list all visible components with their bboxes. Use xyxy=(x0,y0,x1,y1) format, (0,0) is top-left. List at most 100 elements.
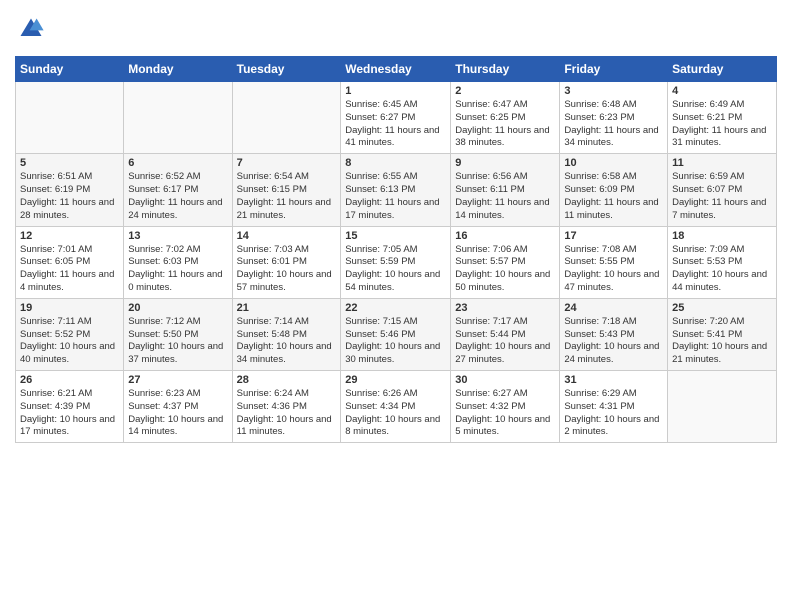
day-number: 27 xyxy=(128,374,227,386)
logo-icon xyxy=(17,15,45,43)
calendar-cell: 1Sunrise: 6:45 AM Sunset: 6:27 PM Daylig… xyxy=(341,82,451,154)
day-info: Sunrise: 7:09 AM Sunset: 5:53 PM Dayligh… xyxy=(672,244,772,295)
day-number: 6 xyxy=(128,157,227,169)
weekday-header-wednesday: Wednesday xyxy=(341,57,451,82)
weekday-header-tuesday: Tuesday xyxy=(232,57,341,82)
calendar-cell: 9 Sunrise: 6:56 AM Sunset: 6:11 PM Daylig… xyxy=(451,154,560,226)
calendar-cell: 14Sunrise: 7:03 AM Sunset: 6:01 PM Dayli… xyxy=(232,226,341,298)
day-info: Sunrise: 6:45 AM Sunset: 6:27 PM Dayligh… xyxy=(345,99,446,150)
calendar-cell: 24 Sunrise: 7:18 AM Sunset: 5:43 PM Dayli… xyxy=(560,298,668,370)
day-info: Sunrise: 6:58 AM Sunset: 6:09 PM Dayligh… xyxy=(564,171,663,222)
day-number: 25 xyxy=(672,302,772,314)
calendar-cell: 5Sunrise: 6:51 AM Sunset: 6:19 PM Daylig… xyxy=(16,154,124,226)
day-info: Sunrise: 6:59 AM Sunset: 6:07 PM Dayligh… xyxy=(672,171,772,222)
calendar-cell: 3 Sunrise: 6:48 AM Sunset: 6:23 PM Daylig… xyxy=(560,82,668,154)
day-number: 23 xyxy=(455,302,555,314)
day-info: Sunrise: 6:52 AM Sunset: 6:17 PM Dayligh… xyxy=(128,171,227,222)
day-number: 21 xyxy=(237,302,337,314)
calendar-cell: 8Sunrise: 6:55 AM Sunset: 6:13 PM Daylig… xyxy=(341,154,451,226)
day-info: Sunrise: 6:27 AM Sunset: 4:32 PM Dayligh… xyxy=(455,388,555,439)
day-number: 5 xyxy=(20,157,119,169)
day-number: 18 xyxy=(672,230,772,242)
calendar-cell: 11 Sunrise: 6:59 AM Sunset: 6:07 PM Dayli… xyxy=(668,154,777,226)
calendar-week-row: 1Sunrise: 6:45 AM Sunset: 6:27 PM Daylig… xyxy=(16,82,777,154)
calendar-cell: 25 Sunrise: 7:20 AM Sunset: 5:41 PM Dayli… xyxy=(668,298,777,370)
calendar-cell: 17Sunrise: 7:08 AM Sunset: 5:55 PM Dayli… xyxy=(560,226,668,298)
calendar-cell: 26Sunrise: 6:21 AM Sunset: 4:39 PM Dayli… xyxy=(16,371,124,443)
calendar-cell: 16 Sunrise: 7:06 AM Sunset: 5:57 PM Dayli… xyxy=(451,226,560,298)
day-info: Sunrise: 6:24 AM Sunset: 4:36 PM Dayligh… xyxy=(237,388,337,439)
day-info: Sunrise: 7:05 AM Sunset: 5:59 PM Dayligh… xyxy=(345,244,446,295)
day-info: Sunrise: 7:03 AM Sunset: 6:01 PM Dayligh… xyxy=(237,244,337,295)
calendar-cell xyxy=(232,82,341,154)
day-number: 10 xyxy=(564,157,663,169)
calendar-cell: 7 Sunrise: 6:54 AM Sunset: 6:15 PM Daylig… xyxy=(232,154,341,226)
weekday-header-monday: Monday xyxy=(124,57,232,82)
calendar-table: SundayMondayTuesdayWednesdayThursdayFrid… xyxy=(15,56,777,443)
calendar-cell: 21 Sunrise: 7:14 AM Sunset: 5:48 PM Dayli… xyxy=(232,298,341,370)
day-number: 9 xyxy=(455,157,555,169)
calendar-week-row: 5Sunrise: 6:51 AM Sunset: 6:19 PM Daylig… xyxy=(16,154,777,226)
day-number: 24 xyxy=(564,302,663,314)
day-info: Sunrise: 6:23 AM Sunset: 4:37 PM Dayligh… xyxy=(128,388,227,439)
day-number: 28 xyxy=(237,374,337,386)
day-info: Sunrise: 7:12 AM Sunset: 5:50 PM Dayligh… xyxy=(128,316,227,367)
calendar-cell: 4 Sunrise: 6:49 AM Sunset: 6:21 PM Daylig… xyxy=(668,82,777,154)
calendar-cell: 10 Sunrise: 6:58 AM Sunset: 6:09 PM Dayli… xyxy=(560,154,668,226)
calendar-week-row: 19 Sunrise: 7:11 AM Sunset: 5:52 PM Dayli… xyxy=(16,298,777,370)
calendar-cell: 6 Sunrise: 6:52 AM Sunset: 6:17 PM Daylig… xyxy=(124,154,232,226)
day-number: 3 xyxy=(564,85,663,97)
calendar-week-row: 12Sunrise: 7:01 AM Sunset: 6:05 PM Dayli… xyxy=(16,226,777,298)
day-number: 31 xyxy=(564,374,663,386)
day-number: 15 xyxy=(345,230,446,242)
day-info: Sunrise: 6:21 AM Sunset: 4:39 PM Dayligh… xyxy=(20,388,119,439)
day-info: Sunrise: 6:54 AM Sunset: 6:15 PM Dayligh… xyxy=(237,171,337,222)
day-number: 22 xyxy=(345,302,446,314)
day-number: 20 xyxy=(128,302,227,314)
calendar-cell: 31 Sunrise: 6:29 AM Sunset: 4:31 PM Dayli… xyxy=(560,371,668,443)
day-number: 7 xyxy=(237,157,337,169)
day-info: Sunrise: 7:17 AM Sunset: 5:44 PM Dayligh… xyxy=(455,316,555,367)
day-info: Sunrise: 7:14 AM Sunset: 5:48 PM Dayligh… xyxy=(237,316,337,367)
day-number: 8 xyxy=(345,157,446,169)
day-number: 29 xyxy=(345,374,446,386)
calendar-cell: 18 Sunrise: 7:09 AM Sunset: 5:53 PM Dayli… xyxy=(668,226,777,298)
day-info: Sunrise: 7:18 AM Sunset: 5:43 PM Dayligh… xyxy=(564,316,663,367)
weekday-header-saturday: Saturday xyxy=(668,57,777,82)
calendar-cell xyxy=(16,82,124,154)
calendar-week-row: 26Sunrise: 6:21 AM Sunset: 4:39 PM Dayli… xyxy=(16,371,777,443)
day-number: 12 xyxy=(20,230,119,242)
day-number: 19 xyxy=(20,302,119,314)
page-header xyxy=(15,15,777,48)
day-info: Sunrise: 7:20 AM Sunset: 5:41 PM Dayligh… xyxy=(672,316,772,367)
day-info: Sunrise: 6:56 AM Sunset: 6:11 PM Dayligh… xyxy=(455,171,555,222)
calendar-cell: 13 Sunrise: 7:02 AM Sunset: 6:03 PM Dayli… xyxy=(124,226,232,298)
calendar-cell: 22 Sunrise: 7:15 AM Sunset: 5:46 PM Dayli… xyxy=(341,298,451,370)
day-number: 30 xyxy=(455,374,555,386)
calendar-cell: 2 Sunrise: 6:47 AM Sunset: 6:25 PM Daylig… xyxy=(451,82,560,154)
day-number: 13 xyxy=(128,230,227,242)
calendar-cell: 15 Sunrise: 7:05 AM Sunset: 5:59 PM Dayli… xyxy=(341,226,451,298)
calendar-cell xyxy=(124,82,232,154)
day-number: 11 xyxy=(672,157,772,169)
calendar-cell: 30 Sunrise: 6:27 AM Sunset: 4:32 PM Dayli… xyxy=(451,371,560,443)
calendar-cell xyxy=(668,371,777,443)
day-info: Sunrise: 7:08 AM Sunset: 5:55 PM Dayligh… xyxy=(564,244,663,295)
day-info: Sunrise: 7:11 AM Sunset: 5:52 PM Dayligh… xyxy=(20,316,119,367)
day-info: Sunrise: 7:02 AM Sunset: 6:03 PM Dayligh… xyxy=(128,244,227,295)
day-info: Sunrise: 7:15 AM Sunset: 5:46 PM Dayligh… xyxy=(345,316,446,367)
calendar-cell: 27 Sunrise: 6:23 AM Sunset: 4:37 PM Dayli… xyxy=(124,371,232,443)
day-info: Sunrise: 6:29 AM Sunset: 4:31 PM Dayligh… xyxy=(564,388,663,439)
day-number: 2 xyxy=(455,85,555,97)
day-info: Sunrise: 7:06 AM Sunset: 5:57 PM Dayligh… xyxy=(455,244,555,295)
weekday-header-friday: Friday xyxy=(560,57,668,82)
logo xyxy=(15,15,45,48)
day-info: Sunrise: 6:49 AM Sunset: 6:21 PM Dayligh… xyxy=(672,99,772,150)
day-info: Sunrise: 6:26 AM Sunset: 4:34 PM Dayligh… xyxy=(345,388,446,439)
day-number: 16 xyxy=(455,230,555,242)
calendar-cell: 12Sunrise: 7:01 AM Sunset: 6:05 PM Dayli… xyxy=(16,226,124,298)
day-number: 4 xyxy=(672,85,772,97)
day-info: Sunrise: 6:47 AM Sunset: 6:25 PM Dayligh… xyxy=(455,99,555,150)
calendar-cell: 28 Sunrise: 6:24 AM Sunset: 4:36 PM Dayli… xyxy=(232,371,341,443)
day-info: Sunrise: 6:48 AM Sunset: 6:23 PM Dayligh… xyxy=(564,99,663,150)
